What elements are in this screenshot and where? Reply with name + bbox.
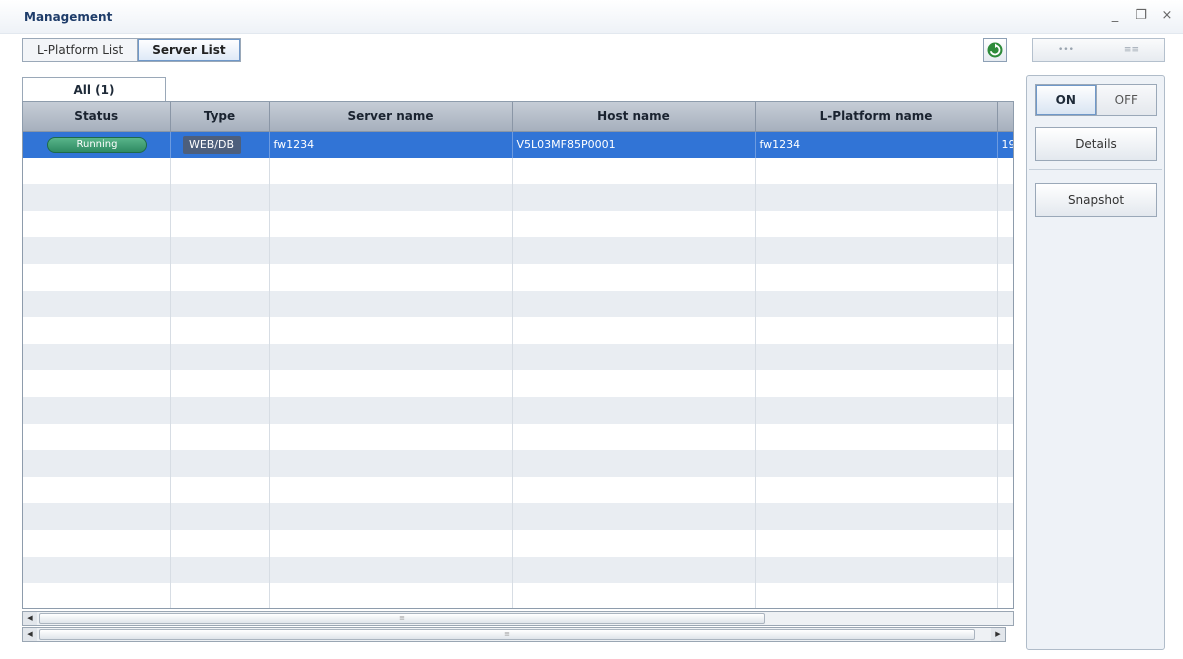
power-off-button[interactable]: OFF — [1095, 85, 1156, 115]
empty-row — [23, 343, 1013, 371]
column-header-lplatform-name[interactable]: L-Platform name — [755, 102, 998, 132]
tab-lplatform-list[interactable]: L-Platform List — [23, 39, 139, 61]
server-table: Status Type Server name Host name L-Plat… — [22, 101, 1014, 609]
refresh-icon — [987, 42, 1003, 58]
panel-divider — [1029, 169, 1162, 170]
cell-extra: 19 — [997, 131, 1013, 158]
cell-status: Running — [23, 131, 171, 158]
empty-row — [23, 556, 1013, 584]
empty-row — [23, 237, 1013, 264]
scroll-left-icon[interactable]: ◀ — [23, 612, 37, 625]
scroll-thumb[interactable]: ≡ — [39, 629, 975, 640]
title-bar: Management _ ❐ × — [0, 0, 1183, 34]
column-header-host-name[interactable]: Host name — [512, 102, 756, 132]
scroll-right-icon[interactable]: ▶ — [991, 628, 1005, 641]
empty-row — [23, 583, 1013, 608]
empty-row — [23, 529, 1013, 557]
dots-icon: ••• — [1057, 45, 1074, 55]
cell-host-name: V5L03MF85P0001 — [512, 131, 756, 158]
cell-server-name: fw1234 — [269, 131, 513, 158]
tab-server-list[interactable]: Server List — [138, 39, 240, 61]
table-header: Status Type Server name Host name L-Plat… — [23, 102, 1013, 132]
layout-toggle-button[interactable]: ••• ≡≡ — [1032, 38, 1165, 62]
empty-row — [23, 157, 1013, 185]
tab-all[interactable]: All (1) — [22, 77, 166, 101]
scroll-left-icon[interactable]: ◀ — [23, 628, 37, 641]
view-tabs: L-Platform List Server List — [22, 38, 241, 62]
empty-row — [23, 317, 1013, 344]
type-badge: WEB/DB — [182, 135, 241, 154]
empty-row — [23, 184, 1013, 211]
action-panel: ON OFF Details Snapshot — [1026, 75, 1165, 650]
empty-row — [23, 210, 1013, 238]
page-horizontal-scrollbar[interactable]: ◀ ≡ ▶ — [22, 627, 1006, 642]
grid-icon: ≡≡ — [1123, 45, 1139, 55]
power-on-button[interactable]: ON — [1036, 85, 1096, 115]
table-row[interactable]: Running WEB/DB fw1234 V5L03MF85P0001 fw1… — [23, 131, 1013, 158]
snapshot-button[interactable]: Snapshot — [1035, 183, 1157, 217]
details-button[interactable]: Details — [1035, 127, 1157, 161]
empty-row — [23, 423, 1013, 451]
empty-row — [23, 476, 1013, 504]
restore-icon[interactable]: ❐ — [1135, 8, 1147, 23]
window-title: Management — [24, 10, 113, 24]
empty-row — [23, 503, 1013, 530]
cell-type: WEB/DB — [170, 131, 270, 158]
refresh-button[interactable] — [983, 38, 1007, 62]
empty-row — [23, 290, 1013, 318]
empty-row — [23, 396, 1013, 424]
empty-row — [23, 370, 1013, 397]
status-badge: Running — [47, 136, 147, 153]
column-header-extra[interactable] — [997, 102, 1013, 132]
column-header-type[interactable]: Type — [170, 102, 270, 132]
cell-lplatform-name: fw1234 — [755, 131, 998, 158]
empty-row — [23, 450, 1013, 477]
column-header-status[interactable]: Status — [23, 102, 171, 132]
minimize-icon[interactable]: _ — [1109, 8, 1121, 23]
close-icon[interactable]: × — [1161, 8, 1173, 23]
power-toggle[interactable]: ON OFF — [1035, 84, 1157, 116]
empty-row — [23, 263, 1013, 291]
scroll-thumb[interactable]: ≡ — [39, 613, 765, 624]
table-horizontal-scrollbar[interactable]: ◀ ≡ — [22, 611, 1014, 626]
window-controls: _ ❐ × — [1109, 8, 1173, 23]
column-header-server-name[interactable]: Server name — [269, 102, 513, 132]
